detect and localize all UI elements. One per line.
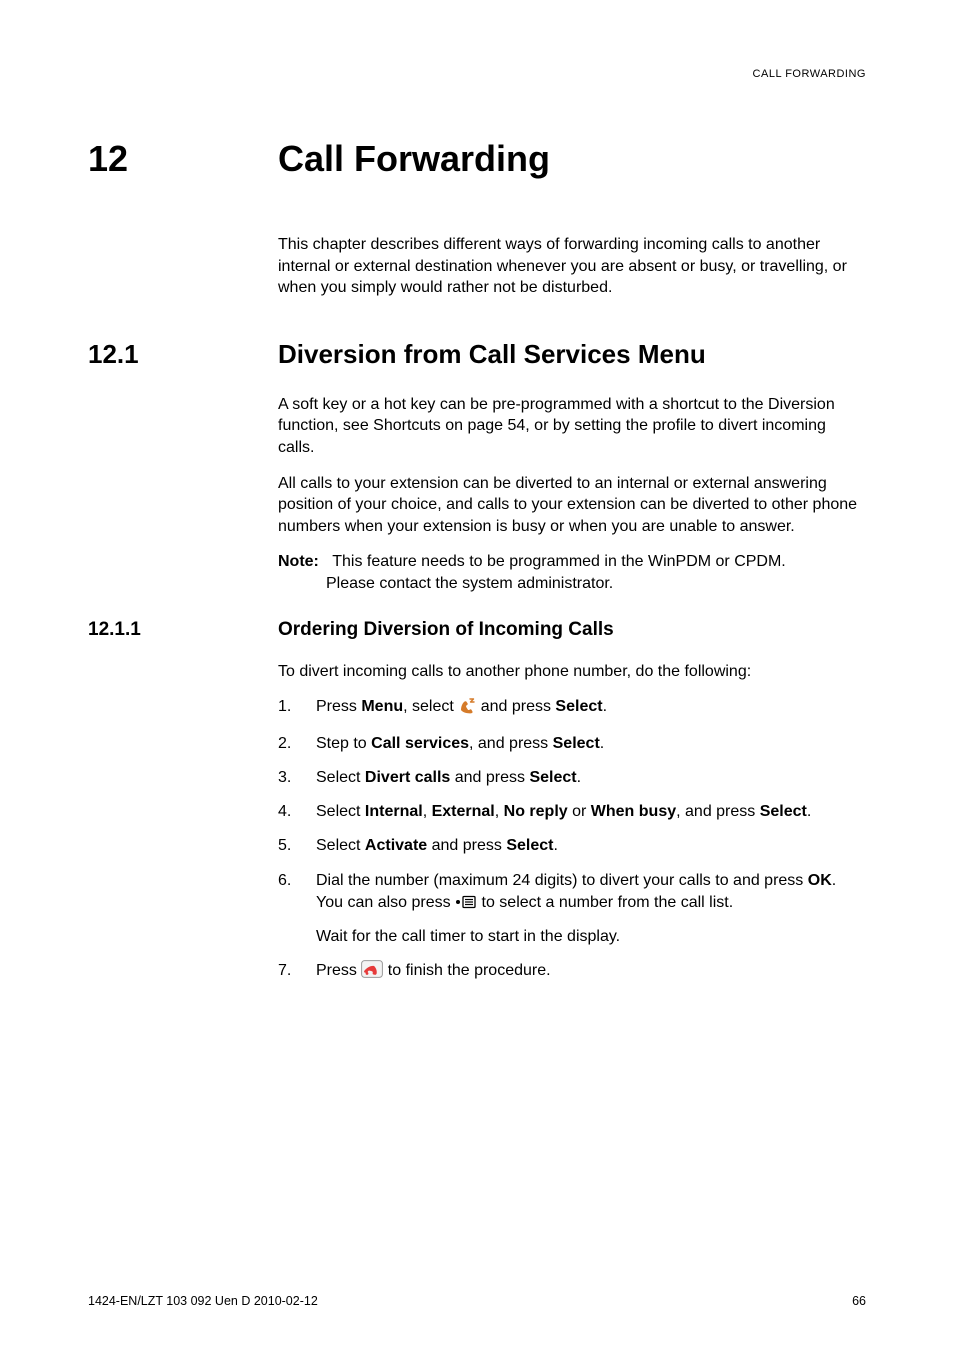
text-bold: Select xyxy=(555,698,602,715)
text-bold: Select xyxy=(529,769,576,786)
step-body: Select Divert calls and press Select. xyxy=(316,767,866,789)
text: Press xyxy=(316,698,361,715)
chapter-intro: This chapter describes different ways of… xyxy=(278,234,866,299)
subsection-heading: 12.1.1 Ordering Diversion of Incoming Ca… xyxy=(88,619,866,641)
section-number: 12.1 xyxy=(88,339,278,370)
section-heading: 12.1 Diversion from Call Services Menu xyxy=(88,339,866,370)
text: Select xyxy=(316,837,365,854)
text-bold: Activate xyxy=(365,837,427,854)
phone-settings-icon xyxy=(458,698,476,721)
text-bold: Internal xyxy=(365,803,423,820)
text: , and press xyxy=(469,735,553,752)
text-bold: Select xyxy=(553,735,600,752)
text-bold: Call services xyxy=(371,735,469,752)
step-5: 5. Select Activate and press Select. xyxy=(278,835,866,857)
step-2: 2. Step to Call services, and press Sele… xyxy=(278,733,866,755)
step-body: Dial the number (maximum 24 digits) to d… xyxy=(316,870,866,948)
note-label: Note: xyxy=(278,553,319,570)
text-bold: No reply xyxy=(504,803,568,820)
text: or xyxy=(568,803,591,820)
text-bold: Select xyxy=(760,803,807,820)
step-3: 3. Select Divert calls and press Select. xyxy=(278,767,866,789)
note: Note: This feature needs to be programme… xyxy=(278,551,866,594)
footer-left: 1424-EN/LZT 103 092 Uen D 2010-02-12 xyxy=(88,1294,318,1308)
text: to select a number from the call list. xyxy=(477,894,733,911)
text-bold: External xyxy=(432,803,495,820)
text: . xyxy=(553,837,557,854)
step-subparagraph: Wait for the call timer to start in the … xyxy=(316,926,866,948)
step-number: 2. xyxy=(278,733,316,755)
subsection-title: Ordering Diversion of Incoming Calls xyxy=(278,619,614,641)
running-header: CALL FORWARDING xyxy=(753,68,866,80)
page: CALL FORWARDING 12 Call Forwarding This … xyxy=(0,0,954,1350)
step-number: 5. xyxy=(278,835,316,857)
text: , xyxy=(495,803,504,820)
section-title: Diversion from Call Services Menu xyxy=(278,339,706,370)
step-6: 6. Dial the number (maximum 24 digits) t… xyxy=(278,870,866,948)
chapter-heading: 12 Call Forwarding xyxy=(88,138,866,180)
text: and press xyxy=(476,698,555,715)
note-text-2: Please contact the system administrator. xyxy=(278,573,866,595)
text: Select xyxy=(316,769,365,786)
text-bold: Menu xyxy=(361,698,403,715)
footer-page-number: 66 xyxy=(852,1294,866,1308)
subsection-lead: To divert incoming calls to another phon… xyxy=(278,661,866,683)
section-paragraph-1: A soft key or a hot key can be pre-progr… xyxy=(278,394,866,459)
step-number: 1. xyxy=(278,696,316,721)
step-body: Select Internal, External, No reply or W… xyxy=(316,801,866,823)
text: , select xyxy=(403,698,458,715)
page-footer: 1424-EN/LZT 103 092 Uen D 2010-02-12 66 xyxy=(88,1294,866,1308)
text: Press xyxy=(316,962,361,979)
text: and press xyxy=(450,769,529,786)
step-body: Press Menu, select and press Select. xyxy=(316,696,866,721)
text: . xyxy=(577,769,581,786)
step-number: 4. xyxy=(278,801,316,823)
step-body: Press to finish the procedure. xyxy=(316,960,866,985)
text-bold: OK xyxy=(808,872,832,889)
step-4: 4. Select Internal, External, No reply o… xyxy=(278,801,866,823)
call-list-icon xyxy=(455,894,477,916)
note-text-line-1 xyxy=(323,553,332,570)
subsection-number: 12.1.1 xyxy=(88,619,278,641)
text: to finish the procedure. xyxy=(383,962,550,979)
text: Dial the number (maximum 24 digits) to d… xyxy=(316,872,808,889)
text: and press xyxy=(427,837,506,854)
chapter-number: 12 xyxy=(88,138,278,180)
text: . xyxy=(603,698,607,715)
steps-container: 1. Press Menu, select and press Select. … xyxy=(278,696,866,985)
text: . xyxy=(807,803,811,820)
text: Step to xyxy=(316,735,371,752)
end-call-icon xyxy=(361,960,383,985)
step-number: 6. xyxy=(278,870,316,948)
text: . xyxy=(600,735,604,752)
note-text-1: This feature needs to be programmed in t… xyxy=(332,553,786,570)
step-1: 1. Press Menu, select and press Select. xyxy=(278,696,866,721)
step-body: Step to Call services, and press Select. xyxy=(316,733,866,755)
text-bold: Divert calls xyxy=(365,769,450,786)
section-paragraph-2: All calls to your extension can be diver… xyxy=(278,473,866,538)
text: , and press xyxy=(676,803,760,820)
text: , xyxy=(423,803,432,820)
step-number: 3. xyxy=(278,767,316,789)
step-body: Select Activate and press Select. xyxy=(316,835,866,857)
text-bold: Select xyxy=(506,837,553,854)
step-number: 7. xyxy=(278,960,316,985)
step-7: 7. Press to finish the procedure. xyxy=(278,960,866,985)
text-bold: When busy xyxy=(591,803,676,820)
text: Select xyxy=(316,803,365,820)
chapter-title: Call Forwarding xyxy=(278,138,550,180)
